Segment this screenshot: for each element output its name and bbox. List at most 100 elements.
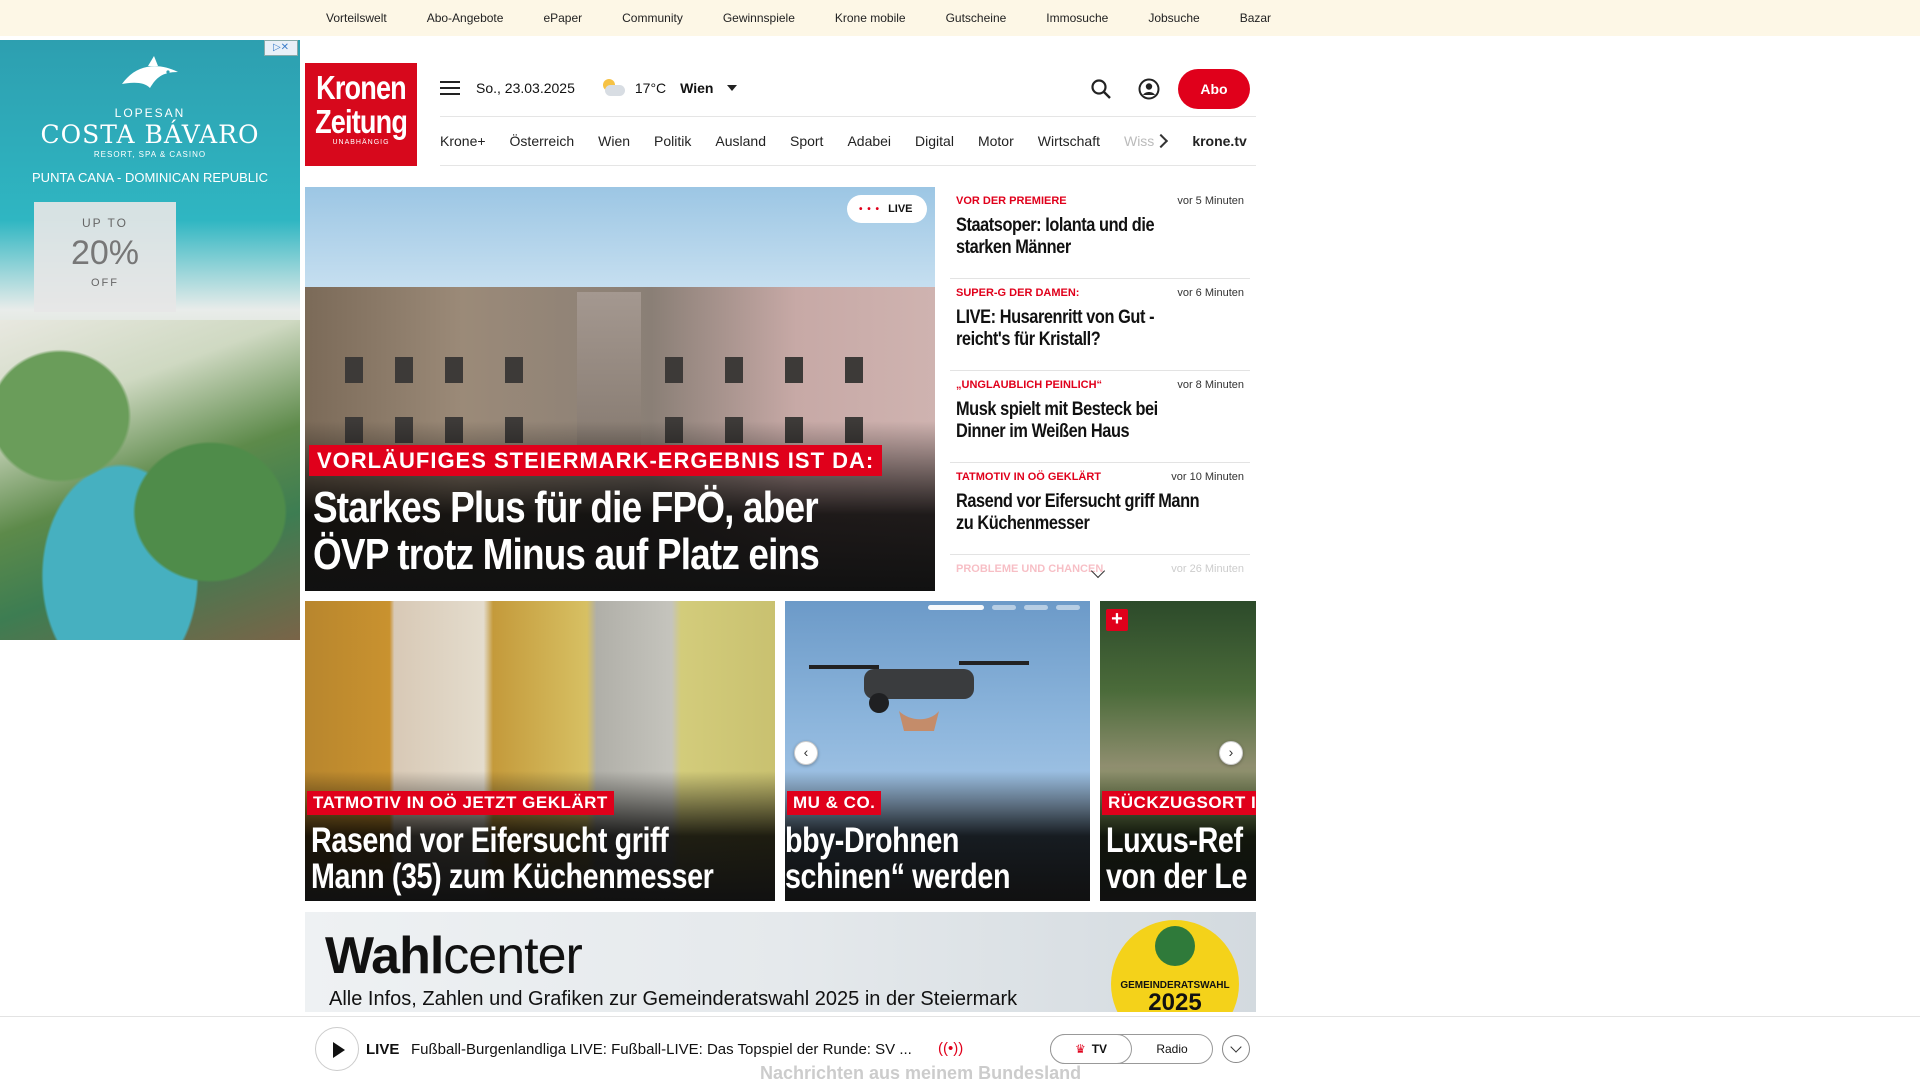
carousel-indicator bbox=[928, 605, 1080, 610]
chevron-down-icon bbox=[1230, 1041, 1242, 1053]
utility-link-bazar[interactable]: Bazar bbox=[1240, 11, 1271, 25]
story-title-line2: zu Küchenmesser bbox=[956, 513, 1090, 534]
utility-link-gewinnspiele[interactable]: Gewinnspiele bbox=[723, 11, 795, 25]
nav-item-krone-plus[interactable]: Krone+ bbox=[440, 133, 486, 149]
live-dots-icon: • • • bbox=[859, 203, 881, 215]
tv-toggle-label: TV bbox=[1091, 1042, 1108, 1056]
nav-item-digital[interactable]: Digital bbox=[915, 133, 954, 149]
nav-item-motor[interactable]: Motor bbox=[978, 133, 1014, 149]
carousel-card-kicker: MU & CO. bbox=[787, 791, 882, 815]
utility-link-jobsuche[interactable]: Jobsuche bbox=[1148, 11, 1199, 25]
ad-beach-image bbox=[0, 320, 300, 640]
user-account-icon[interactable] bbox=[1138, 78, 1160, 100]
carousel-dot[interactable] bbox=[1024, 605, 1048, 610]
list-item[interactable]: „UNGLAUBLICH PEINLICH“ vor 8 Minuten Musk… bbox=[950, 371, 1250, 463]
site-logo[interactable]: Kronen Zeitung UNABHÄNGIG bbox=[305, 63, 417, 166]
nav-item-wissen[interactable]: Wiss bbox=[1124, 133, 1154, 149]
story-card-headline-line2: Mann (35) zum Küchenmesser bbox=[311, 857, 714, 896]
weather-widget[interactable]: 17°C Wien bbox=[601, 79, 738, 97]
hero-headline-line2: ÖVP trotz Minus auf Platz eins bbox=[313, 530, 820, 579]
story-title: Musk spielt mit Besteck bei Dinner im Wei… bbox=[956, 399, 1240, 443]
nav-item-oesterreich[interactable]: Österreich bbox=[510, 133, 575, 149]
wahlcenter-title-rest: center bbox=[443, 927, 583, 985]
story-title-line1: Rasend vor Eifersucht griff Mann bbox=[956, 491, 1200, 512]
tv-toggle[interactable]: ♛ TV bbox=[1050, 1034, 1132, 1064]
story-title: Rasend vor Eifersucht griff Mann zu Küche… bbox=[956, 491, 1240, 535]
search-icon[interactable] bbox=[1090, 78, 1112, 100]
radio-toggle[interactable]: Radio bbox=[1132, 1035, 1212, 1063]
wahlcenter-banner[interactable]: Wahlcenter Alle Infos, Zahlen und Grafik… bbox=[305, 912, 1256, 1012]
ad-fish-logo-icon bbox=[122, 56, 178, 88]
story-time: vor 5 Minuten bbox=[1177, 195, 1244, 207]
utility-link-krone-mobile[interactable]: Krone mobile bbox=[835, 11, 906, 25]
story-card-headline: Rasend vor Eifersucht griff Mann (35) zu… bbox=[311, 821, 714, 896]
utility-link-abo-angebote[interactable]: Abo-Angebote bbox=[427, 11, 504, 25]
current-date: So., 23.03.2025 bbox=[476, 80, 575, 96]
broadcast-icon: ((•)) bbox=[938, 1040, 964, 1057]
city-select[interactable]: Wien bbox=[680, 80, 713, 96]
sidebar-advertisement[interactable]: ▷✕ LOPESAN COSTA BÁVARO RESORT, SPA & CA… bbox=[0, 40, 300, 640]
carousel-card-headline-line2: von der Le bbox=[1106, 857, 1248, 896]
hamburger-menu-icon[interactable] bbox=[440, 80, 462, 96]
partially-hidden-heading: Nachrichten aus meinem Bundesland bbox=[760, 1063, 1082, 1083]
ad-choices-badge[interactable]: ▷✕ bbox=[264, 40, 298, 56]
steiermark-panther-icon bbox=[1155, 926, 1195, 966]
nav-item-ausland[interactable]: Ausland bbox=[715, 133, 766, 149]
story-title-line1: LIVE: Husarenritt von Gut - bbox=[956, 307, 1155, 328]
wahlcenter-subtitle: Alle Infos, Zahlen und Grafiken zur Geme… bbox=[329, 988, 1018, 1010]
story-title-line1: Musk spielt mit Besteck bei bbox=[956, 399, 1158, 420]
hero-headline-line1: Starkes Plus für die FPÖ, aber bbox=[313, 483, 819, 532]
list-item[interactable]: SUPER-G DER DAMEN: vor 6 Minuten LIVE: Hu… bbox=[950, 279, 1250, 371]
carousel-prev-button[interactable]: ‹ bbox=[794, 741, 818, 765]
carousel-card-headline: Luxus-Ref von der Le bbox=[1106, 823, 1247, 895]
nav-scroll-right-icon[interactable] bbox=[1154, 133, 1169, 149]
abo-button[interactable]: Abo bbox=[1178, 69, 1250, 109]
play-button[interactable] bbox=[315, 1027, 359, 1071]
latest-news-list: VOR DER PREMIERE vor 5 Minuten Staatsoper… bbox=[950, 187, 1250, 579]
wahlcenter-title-bold: Wahl bbox=[325, 927, 444, 985]
carousel-dot[interactable] bbox=[1056, 605, 1080, 610]
utility-link-gutscheine[interactable]: Gutscheine bbox=[946, 11, 1007, 25]
logo-line2: Zeitung bbox=[315, 103, 408, 140]
player-expand-button[interactable] bbox=[1222, 1035, 1250, 1063]
nav-item-wien[interactable]: Wien bbox=[598, 133, 630, 149]
top-utility-bar: Vorteilswelt Abo-Angebote ePaper Communi… bbox=[0, 0, 1920, 36]
carousel-card-headline: bby-Drohnen schinen“ werden bbox=[785, 823, 1011, 896]
hero-headline: Starkes Plus für die FPÖ, aber ÖVP trotz… bbox=[313, 484, 935, 578]
crown-icon: ♛ bbox=[1074, 1042, 1086, 1056]
carousel-dot[interactable] bbox=[992, 605, 1016, 610]
nav-item-adabei[interactable]: Adabei bbox=[847, 133, 891, 149]
logo-tagline: UNABHÄNGIG bbox=[332, 139, 390, 146]
story-card[interactable]: TATMOTIV IN OÖ JETZT GEKLÄRT Rasend vor … bbox=[305, 601, 775, 901]
carousel-next-button[interactable]: › bbox=[1219, 741, 1243, 765]
story-card-headline-line1: Rasend vor Eifersucht griff bbox=[311, 821, 669, 860]
nav-item-krone-tv[interactable]: krone.tv bbox=[1192, 133, 1246, 149]
ad-offer-value: 20% bbox=[70, 234, 140, 272]
ad-brand-line3: RESORT, SPA & CASINO bbox=[93, 150, 207, 159]
list-item[interactable]: VOR DER PREMIERE vor 5 Minuten Staatsoper… bbox=[950, 187, 1250, 279]
chevron-down-icon[interactable] bbox=[727, 85, 738, 91]
utility-link-immosuche[interactable]: Immosuche bbox=[1046, 11, 1108, 25]
utility-link-vorteilswelt[interactable]: Vorteilswelt bbox=[326, 11, 387, 25]
carousel-card[interactable]: MU & CO. bby-Drohnen schinen“ werden bbox=[785, 601, 1090, 901]
list-item[interactable]: TATMOTIV IN OÖ GEKLÄRT vor 10 Minuten Ras… bbox=[950, 463, 1250, 555]
ad-offer-top: UP TO bbox=[81, 216, 129, 230]
player-now-playing[interactable]: Fußball-Burgenlandliga LIVE: Fußball-LIV… bbox=[411, 1041, 912, 1058]
nav-item-wirtschaft[interactable]: Wirtschaft bbox=[1038, 133, 1100, 149]
nav-item-sport[interactable]: Sport bbox=[790, 133, 823, 149]
story-title-line2: starken Männer bbox=[956, 237, 1071, 258]
main-navigation: Krone+ Österreich Wien Politik Ausland S… bbox=[440, 116, 1256, 166]
utility-link-epaper[interactable]: ePaper bbox=[543, 11, 582, 25]
utility-link-community[interactable]: Community bbox=[622, 11, 683, 25]
player-live-label: LIVE bbox=[366, 1041, 400, 1058]
seal-year: 2025 bbox=[1148, 989, 1202, 1013]
live-player-bar: LIVE Fußball-Burgenlandliga LIVE: Fußbal… bbox=[0, 1016, 1920, 1083]
live-badge: • • • LIVE bbox=[847, 195, 927, 223]
carousel-card-headline-line2: schinen“ werden bbox=[785, 857, 1011, 896]
story-title-line2: reicht's für Kristall? bbox=[956, 329, 1101, 350]
nav-item-politik[interactable]: Politik bbox=[654, 133, 691, 149]
carousel-dot[interactable] bbox=[928, 605, 984, 610]
wahlcenter-title: Wahlcenter bbox=[325, 926, 583, 986]
story-time: vor 8 Minuten bbox=[1177, 379, 1244, 391]
hero-story[interactable]: • • • LIVE VORLÄUFIGES STEIERMARK-ERGEBN… bbox=[305, 187, 935, 591]
